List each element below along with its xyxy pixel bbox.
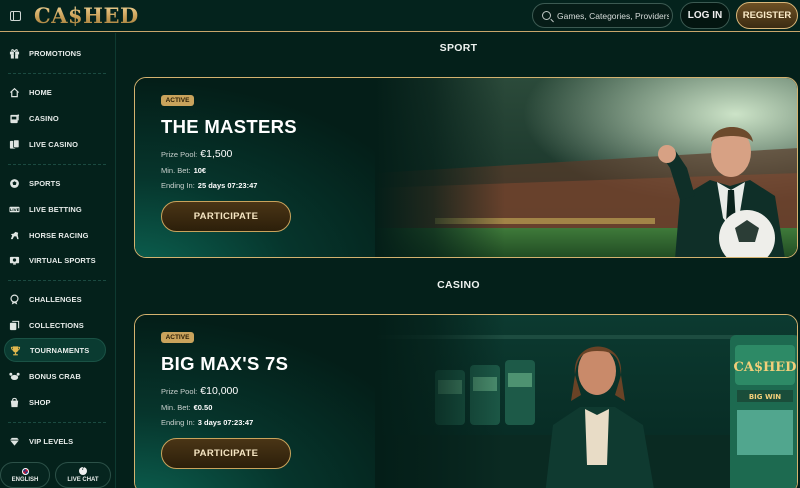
prize-pool-label: Prize Pool: (161, 150, 198, 159)
divider (8, 422, 106, 423)
participate-button[interactable]: PARTICIPATE (161, 438, 291, 469)
sidebar-item-label: LIVE CASINO (29, 139, 79, 149)
divider (8, 280, 106, 281)
ending-in: Ending In: 3 days 07:23:47 (161, 418, 253, 427)
min-bet-value: €0.50 (193, 403, 213, 412)
sidebar-item-label: VIP LEVELS (29, 436, 74, 446)
prize-pool-value: €1,500 (200, 148, 233, 160)
sidebar-toggle-icon (9, 10, 21, 21)
crab-icon (8, 370, 20, 382)
prize-pool: Prize Pool: €10,000 (161, 385, 238, 397)
shop-icon (8, 396, 20, 408)
ending-in-value: 25 days 07:23:47 (197, 181, 258, 190)
min-bet-value: 10€ (193, 166, 207, 175)
help-icon (79, 466, 87, 475)
divider (8, 164, 106, 165)
min-bet: Min. Bet: 10€ (161, 166, 206, 175)
sidebar-item-live-casino[interactable]: LIVE CASINO (4, 132, 106, 156)
uk-flag-icon (21, 467, 29, 475)
tournament-card-casino[interactable]: CA$HED BIG WIN ACTIVE BIG MAX'S 7S Prize… (134, 314, 798, 488)
participate-button[interactable]: PARTICIPATE (161, 201, 291, 232)
sidebar-item-bonus-crab[interactable]: BONUS CRAB (4, 364, 106, 388)
trophy-icon (9, 344, 21, 356)
sidebar-item-label: CASINO (29, 113, 59, 123)
collection-icon (8, 319, 20, 331)
min-bet: Min. Bet: €0.50 (161, 403, 212, 412)
ending-in-value: 3 days 07:23:47 (197, 418, 254, 427)
min-bet-label: Min. Bet: (161, 403, 191, 412)
slot-machine-icon (8, 112, 20, 124)
tournament-card-sport[interactable]: ACTIVE THE MASTERS Prize Pool: €1,500 Min… (134, 77, 798, 258)
live-chat-label: LIVE CHAT (67, 477, 99, 483)
tournament-title: BIG MAX'S 7S (161, 353, 289, 374)
status-badge: ACTIVE (161, 95, 194, 106)
sidebar-item-label: VIRTUAL SPORTS (29, 255, 96, 265)
home-icon (8, 86, 20, 98)
status-badge: ACTIVE (161, 332, 194, 343)
sidebar-item-collections[interactable]: COLLECTIONS (4, 313, 106, 337)
diamond-icon (8, 435, 20, 447)
gift-icon (8, 47, 20, 59)
sidebar-item-label: BONUS CRAB (29, 371, 81, 381)
sidebar-item-label: PROMOTIONS (29, 48, 82, 58)
sidebar-item-label: COLLECTIONS (29, 320, 84, 330)
sidebar-item-live-betting[interactable]: LIVE LIVE BETTING (4, 197, 106, 221)
cards-icon (8, 138, 20, 150)
ending-in-label: Ending In: (161, 181, 195, 190)
section-title-sport: SPORT (439, 42, 478, 54)
horse-icon (8, 229, 20, 241)
prize-pool-value: €10,000 (200, 385, 239, 397)
prize-pool-label: Prize Pool: (161, 387, 198, 396)
sidebar-item-label: SHOP (29, 397, 51, 407)
sidebar-item-label: HORSE RACING (29, 230, 89, 240)
ending-in: Ending In: 25 days 07:23:47 (161, 181, 257, 190)
sidebar-item-tournaments[interactable]: TOURNAMENTS (4, 338, 106, 362)
divider (8, 73, 106, 74)
sidebar-item-promotions[interactable]: PROMOTIONS (4, 41, 106, 65)
min-bet-label: Min. Bet: (161, 166, 191, 175)
search-input[interactable] (557, 10, 669, 21)
live-chat-button[interactable]: LIVE CHAT (55, 462, 111, 488)
sidebar-item-horse-racing[interactable]: HORSE RACING (4, 223, 106, 247)
sidebar-item-challenges[interactable]: CHALLENGES (4, 287, 106, 311)
football-icon (8, 177, 20, 189)
search-box[interactable] (532, 3, 673, 28)
prize-pool: Prize Pool: €1,500 (161, 148, 232, 160)
section-title-casino: CASINO (437, 279, 480, 291)
monitor-icon (8, 254, 20, 266)
scene-fade (375, 78, 505, 257)
live-icon: LIVE (8, 203, 20, 215)
stadium-image (375, 78, 797, 257)
ending-in-label: Ending In: (161, 418, 195, 427)
sidebar-item-label: HOME (29, 87, 52, 97)
sidebar-item-vip-levels[interactable]: VIP LEVELS (4, 429, 106, 453)
top-bar: CA$HED LOG IN REGISTER (0, 0, 800, 32)
tournament-title: THE MASTERS (161, 116, 297, 137)
svg-text:BIG WIN: BIG WIN (749, 393, 781, 401)
sidebar: PROMOTIONS HOME CASINO LIVE CASINO SPORT… (0, 33, 116, 488)
medal-icon (8, 293, 20, 305)
main-content: SPORT ACTIVE THE MASTERS Prize Pool: €1,… (117, 33, 800, 488)
sidebar-item-home[interactable]: HOME (4, 80, 106, 104)
search-icon (542, 11, 551, 20)
sidebar-toggle-button[interactable] (0, 0, 30, 32)
sidebar-item-label: TOURNAMENTS (30, 345, 90, 355)
sidebar-item-label: SPORTS (29, 178, 61, 188)
sidebar-item-virtual-sports[interactable]: VIRTUAL SPORTS (4, 248, 106, 272)
login-button[interactable]: LOG IN (680, 2, 730, 29)
svg-text:LIVE: LIVE (9, 207, 19, 212)
svg-text:CA$HED: CA$HED (734, 360, 797, 375)
register-button[interactable]: REGISTER (736, 2, 798, 29)
sidebar-item-label: CHALLENGES (29, 294, 82, 304)
casino-image: CA$HED BIG WIN (375, 315, 797, 488)
sidebar-item-sports[interactable]: SPORTS (4, 171, 106, 195)
cashed-logo[interactable]: CA$HED (34, 3, 139, 28)
scene-fade (375, 315, 505, 488)
sidebar-item-casino[interactable]: CASINO (4, 106, 106, 130)
sidebar-item-shop[interactable]: SHOP (4, 390, 106, 414)
language-label: ENGLISH (11, 476, 39, 483)
language-selector[interactable]: ENGLISH (0, 462, 50, 488)
sidebar-item-label: LIVE BETTING (29, 204, 82, 214)
